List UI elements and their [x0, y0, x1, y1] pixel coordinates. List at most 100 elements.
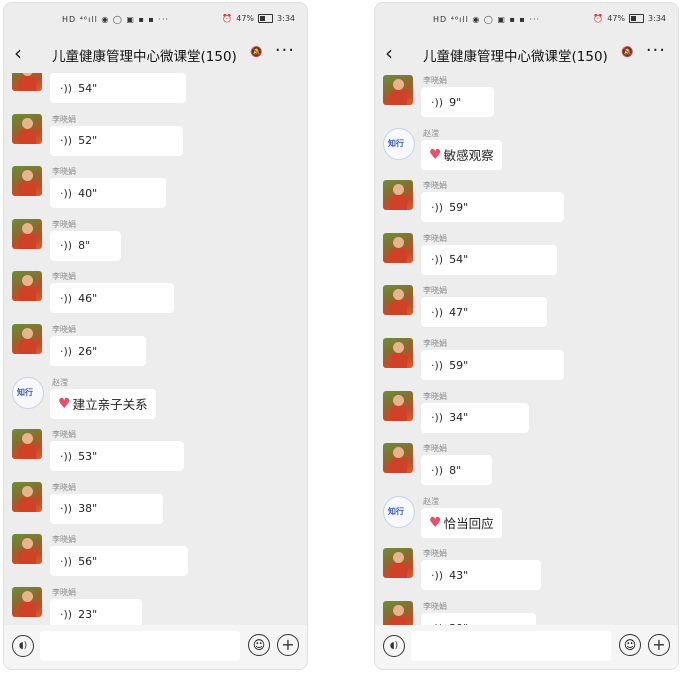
more-dots-icon[interactable]: ··· — [275, 40, 295, 61]
sender-name: 李晓娟 — [423, 602, 447, 611]
voice-wave-icon: ·)) — [431, 253, 444, 267]
sender-name: 李晓娟 — [52, 219, 76, 229]
avatar[interactable] — [12, 73, 42, 91]
voice-input-icon[interactable]: ◖) — [383, 635, 405, 657]
avatar[interactable] — [12, 534, 42, 565]
phone-screen-right: HD ⁴⁶ıll ◉ ◯ ▣ ▪ ▪ ··· ⏰ 47% 3:34 ‹ 儿童健康… — [375, 3, 678, 669]
avatar[interactable] — [12, 271, 42, 302]
text-message-bubble[interactable]: ♥ 恰当回应 — [421, 507, 502, 538]
avatar[interactable] — [383, 338, 413, 368]
avatar[interactable] — [383, 180, 413, 211]
voice-message-bubble[interactable]: ·)) 43" — [421, 560, 541, 591]
plus-icon[interactable]: + — [648, 634, 670, 656]
voice-wave-icon: ·)) — [431, 411, 444, 425]
voice-wave-icon: ·)) — [60, 239, 73, 253]
avatar[interactable] — [12, 481, 42, 512]
emoji-icon[interactable]: ☺ — [619, 634, 641, 656]
battery-percent: 47% — [236, 14, 255, 23]
sender-name: 赵滢 — [423, 496, 439, 506]
voice-wave-icon: ·)) — [60, 344, 73, 358]
voice-input-icon[interactable]: ◖) — [12, 635, 34, 657]
voice-duration: 54" — [78, 81, 98, 95]
sender-name: 李晓娟 — [423, 549, 447, 559]
message-item: 李晓娟 ·)) 54" — [375, 232, 678, 285]
voice-message-bubble[interactable]: ·)) 56" — [50, 546, 188, 577]
voice-message-bubble[interactable]: ·)) 9" — [421, 87, 494, 117]
avatar[interactable] — [12, 429, 42, 460]
heart-icon: ♥ — [429, 146, 442, 163]
avatar[interactable] — [383, 75, 413, 105]
sender-name: 李晓娟 — [423, 233, 447, 243]
voice-wave-icon: ·)) — [431, 305, 444, 319]
avatar[interactable] — [12, 113, 42, 144]
avatar[interactable] — [383, 601, 413, 625]
sender-name: 李晓娟 — [423, 76, 447, 85]
text-message-bubble[interactable]: ♥ 建立亲子关系 — [50, 388, 156, 419]
voice-message-bubble[interactable]: ·)) 34" — [421, 402, 529, 433]
voice-message-bubble[interactable]: ·)) 38" — [50, 493, 163, 524]
status-bar: HD ⁴⁶ıll ◉ ◯ ▣ ▪ ▪ ··· ⏰ 47% 3:34 — [4, 3, 307, 35]
message-input[interactable] — [411, 631, 611, 661]
voice-message-bubble[interactable]: ·)) 46" — [50, 283, 174, 314]
back-arrow-icon[interactable]: ‹ — [385, 41, 393, 65]
voice-duration: 56" — [78, 554, 98, 568]
back-arrow-icon[interactable]: ‹ — [14, 41, 22, 65]
message-item: 知行 赵滢 ♥ 敏感观察 — [375, 127, 678, 180]
emoji-icon[interactable]: ☺ — [248, 634, 270, 656]
message-list[interactable]: 李晓娟·))54"李晓娟·))52"李晓娟·))40"李晓娟·))8"李晓娟·)… — [4, 73, 307, 625]
message-item: 李晓娟 ·)) 59" — [375, 338, 678, 390]
voice-message-bubble[interactable]: ·)) 52" — [50, 125, 183, 156]
message-text: 建立亲子关系 — [72, 397, 148, 413]
avatar[interactable] — [12, 587, 42, 617]
message-text: 恰当回应 — [443, 516, 494, 532]
voice-message-bubble[interactable]: ·)) 8" — [50, 230, 121, 261]
avatar[interactable] — [383, 232, 413, 263]
voice-message-bubble[interactable]: ·)) 40" — [50, 178, 166, 209]
avatar[interactable]: 知行 — [383, 127, 415, 160]
text-message-bubble[interactable]: ♥ 敏感观察 — [421, 139, 502, 170]
voice-duration: 53" — [78, 449, 98, 463]
voice-message-bubble[interactable]: ·)) 54" — [50, 73, 186, 103]
voice-wave-icon: ·)) — [60, 607, 73, 621]
avatar[interactable] — [383, 548, 413, 579]
voice-duration: 40" — [78, 186, 98, 200]
voice-message-bubble[interactable]: ·)) 26" — [50, 336, 146, 366]
message-item: 李晓娟 ·)) 53" — [4, 429, 307, 481]
message-item: 知行 赵滢 ♥ 恰当回应 — [375, 495, 678, 548]
avatar[interactable] — [12, 166, 42, 197]
voice-message-bubble[interactable]: ·))39" — [421, 613, 536, 625]
message-item: 李晓娟 ·)) 38" — [4, 481, 307, 534]
status-bar: HD ⁴⁶ıll ◉ ◯ ▣ ▪ ▪ ··· ⏰ 47% 3:34 — [375, 3, 678, 35]
sender-name: 李晓娟 — [423, 181, 447, 191]
message-item: 李晓娟 ·)) 23" — [4, 587, 307, 625]
message-list[interactable]: 李晓娟 ·)) 9" 知行 赵滢 ♥ 敏感观察 李晓娟 ·)) 59" 李晓娟 ·)) 54" 李晓娟 ·)… — [375, 73, 678, 625]
avatar[interactable]: 知行 — [383, 495, 415, 528]
avatar[interactable]: 知行 — [12, 376, 44, 409]
avatar[interactable] — [383, 390, 413, 421]
voice-message-bubble[interactable]: ·)) 53" — [50, 441, 184, 472]
avatar[interactable] — [12, 218, 42, 249]
message-item: 李晓娟 ·)) 8" — [4, 218, 307, 271]
message-input[interactable] — [40, 631, 240, 661]
message-text: 敏感观察 — [443, 148, 494, 164]
message-item: 李晓娟 ·)) 56" — [4, 534, 307, 586]
avatar[interactable] — [383, 285, 413, 316]
message-item: 知行 赵滢 ♥ 建立亲子关系 — [4, 376, 307, 429]
voice-message-bubble[interactable]: ·)) 8" — [421, 455, 492, 486]
voice-duration: 43" — [449, 568, 469, 582]
voice-message-bubble[interactable]: ·)) 59" — [421, 192, 564, 223]
voice-message-bubble[interactable]: ·)) 47" — [421, 297, 547, 328]
avatar[interactable] — [383, 443, 413, 474]
voice-message-bubble[interactable]: ·)) 54" — [421, 244, 557, 275]
avatar[interactable] — [12, 324, 42, 354]
voice-duration: 46" — [78, 291, 98, 305]
plus-icon[interactable]: + — [277, 634, 299, 656]
message-item: 李晓娟 ·)) 34" — [375, 390, 678, 443]
message-item: 李晓娟 ·)) 40" — [4, 166, 307, 218]
voice-wave-icon: ·)) — [431, 358, 444, 372]
voice-message-bubble[interactable]: ·)) 59" — [421, 350, 564, 380]
more-dots-icon[interactable]: ··· — [646, 40, 666, 61]
voice-message-bubble[interactable]: ·)) 23" — [50, 599, 142, 625]
voice-duration: 38" — [78, 502, 98, 516]
message-item: 李晓娟 ·)) 46" — [4, 271, 307, 323]
